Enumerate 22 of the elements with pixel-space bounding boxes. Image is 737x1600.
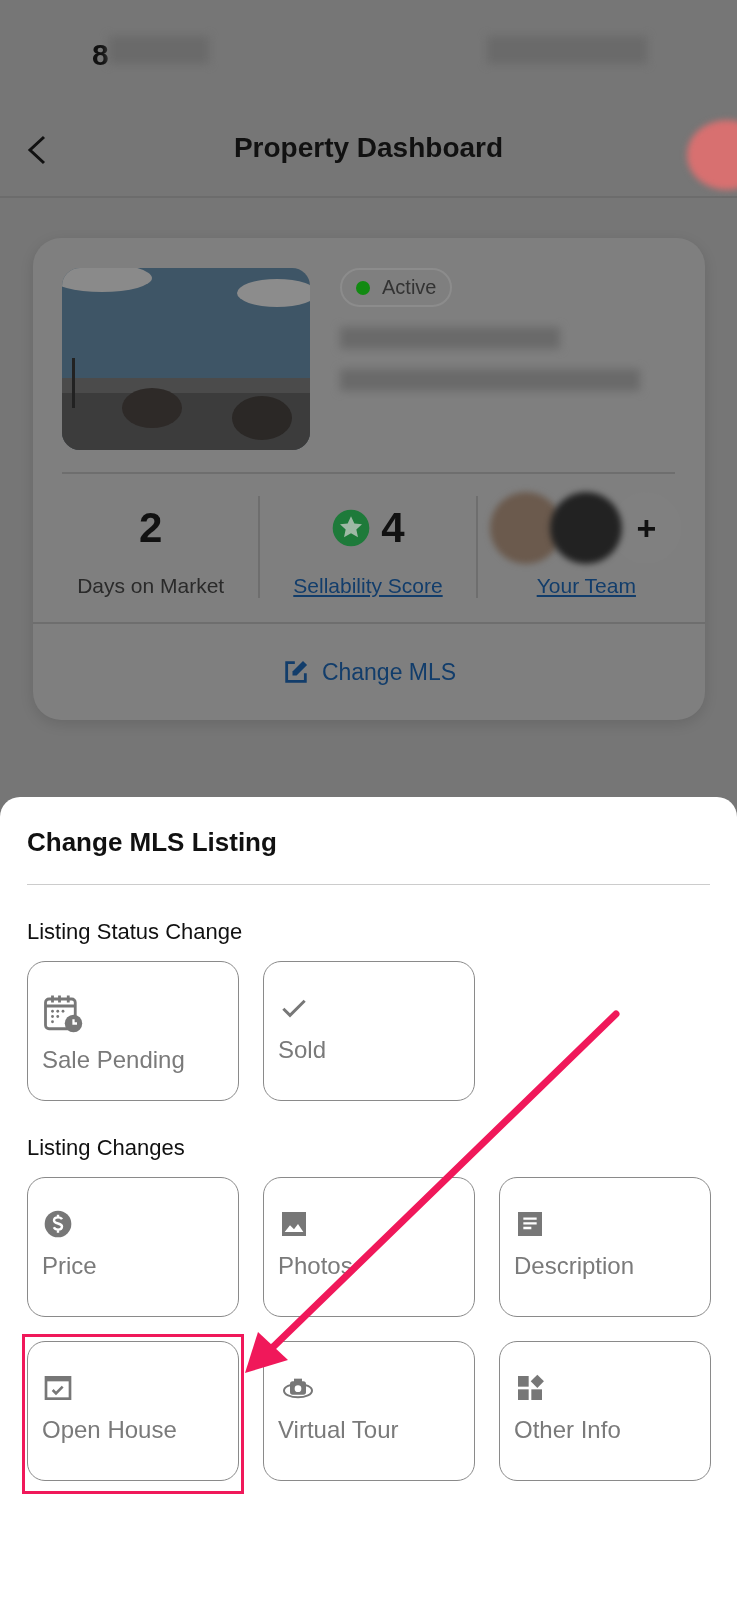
dollar-coin-icon [42,1208,74,1240]
stat-link[interactable]: Sellability Score [293,574,443,598]
status-time: 8 [92,38,109,72]
option-card[interactable]: Other Info [499,1341,711,1481]
stat-link[interactable]: Your Team [536,574,636,598]
status-label: Active [382,276,437,299]
option-card[interactable]: Sold [263,961,475,1101]
status-dot [356,280,370,295]
option-card[interactable]: Virtual Tour [263,1341,475,1481]
section-heading: Listing Status Change [27,918,244,946]
option-card[interactable]: Price [27,1177,239,1317]
stat-value: 2 [139,503,163,553]
stat-label: Days on Market [77,574,225,598]
page-title: Property Dashboard [233,132,504,164]
section-heading: Listing Changes [27,1134,186,1162]
stat-value: 4 [381,503,405,553]
sheet-title: Change MLS Listing [27,797,710,885]
change-mls-button[interactable]: Change MLS [275,657,463,687]
option-card[interactable]: Open House [27,1341,239,1481]
option-card[interactable]: Sale Pending [27,961,239,1101]
option-card[interactable]: Description [499,1177,711,1317]
star-badge-icon [331,508,372,548]
